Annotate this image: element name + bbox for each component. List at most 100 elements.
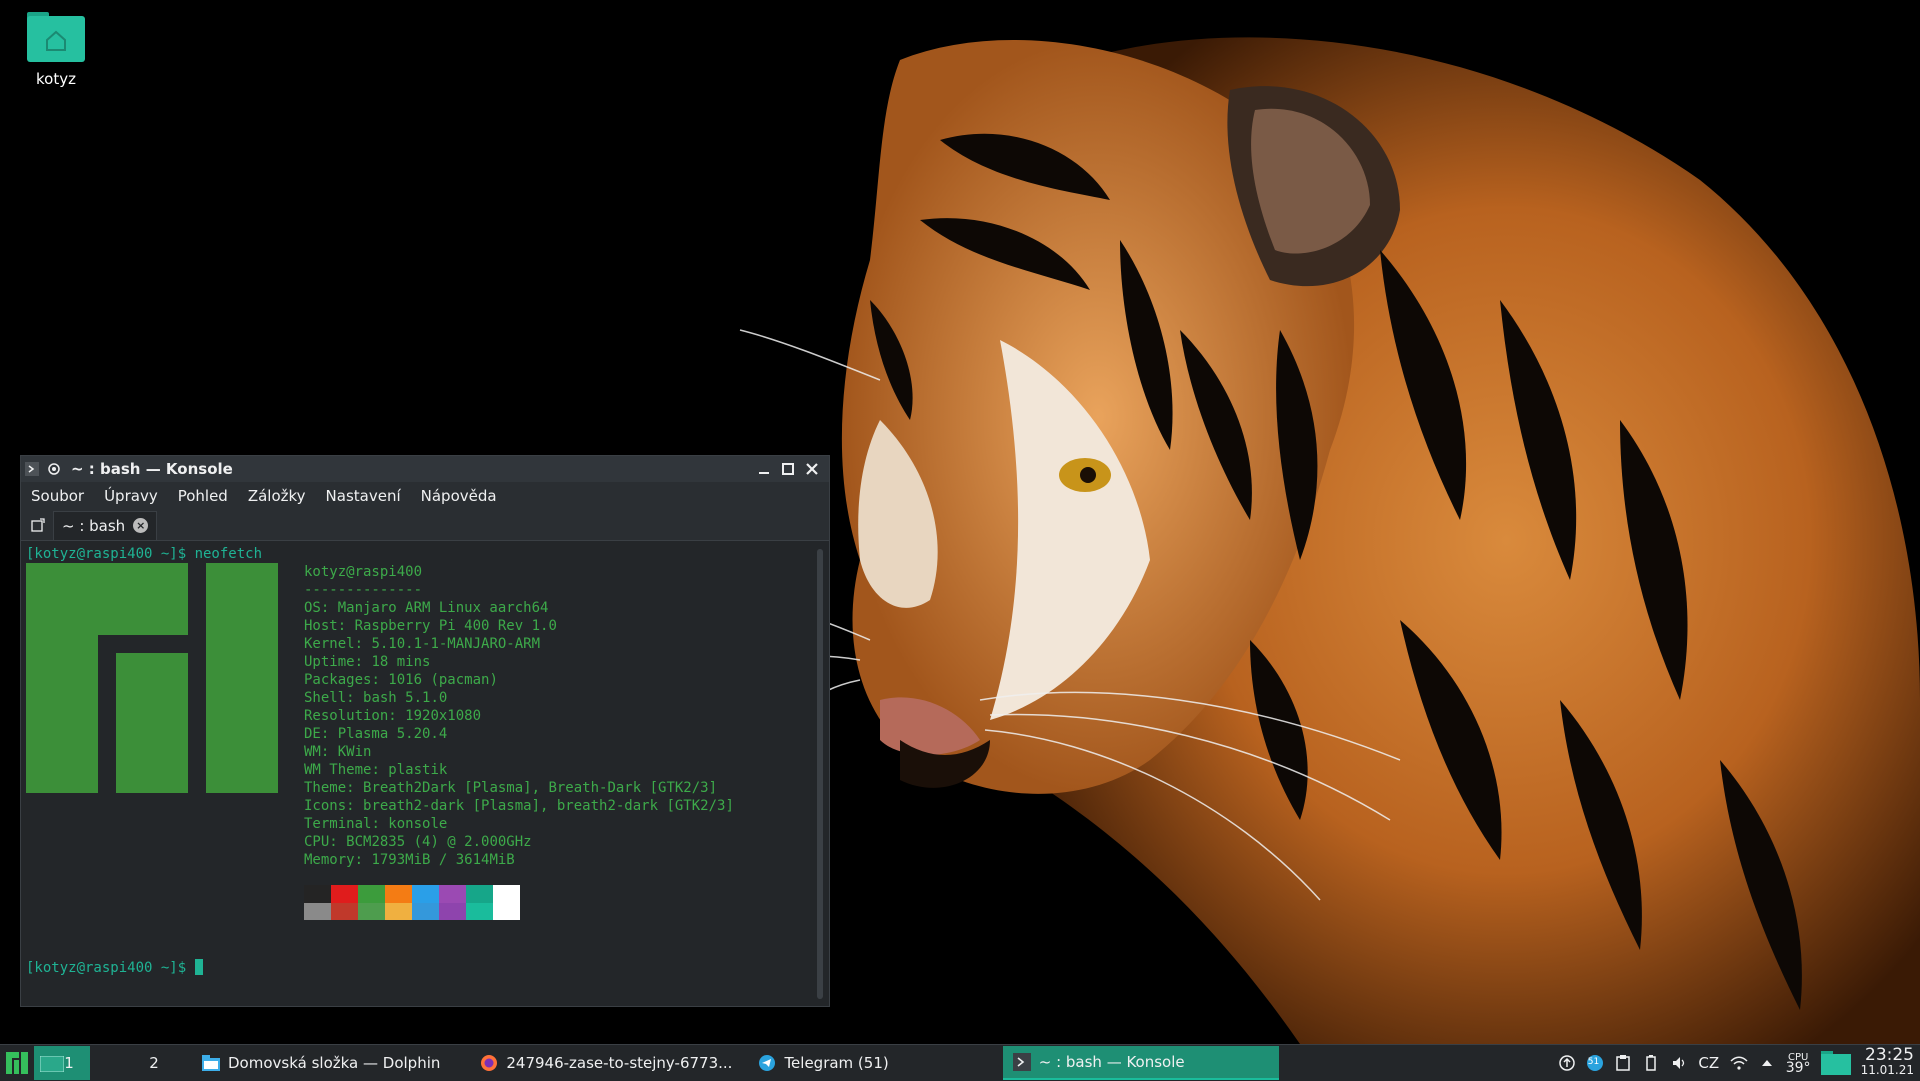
color-swatch-top [412, 885, 439, 903]
manjaro-launcher-icon [6, 1052, 28, 1074]
neofetch-key: CPU [304, 834, 330, 850]
color-swatch-bottom [439, 903, 466, 920]
color-swatch-top [358, 885, 385, 903]
update-icon[interactable] [1558, 1054, 1576, 1072]
clock-time: 23:25 [1865, 1045, 1914, 1065]
task-label-telegram: Telegram (51) [784, 1054, 889, 1072]
task-dolphin[interactable]: Domovská složka — Dolphin [192, 1046, 450, 1080]
desktop-thumbnail-icon [40, 1056, 64, 1072]
window-title: ~ : bash — Konsole [71, 460, 233, 478]
battery-icon[interactable] [1642, 1054, 1660, 1072]
neofetch-colon: : [320, 744, 338, 760]
digital-clock[interactable]: 23:25 11.01.21 [1861, 1045, 1914, 1078]
neofetch-key: Resolution [304, 708, 389, 724]
home-folder-icon [27, 12, 85, 62]
neofetch-key: OS [304, 600, 321, 616]
tab-bash[interactable]: ~ : bash × [53, 510, 158, 540]
neofetch-colon: : [354, 654, 372, 670]
neofetch-line: OS: Manjaro ARM Linux aarch64 [304, 599, 548, 617]
color-swatch-top [493, 885, 520, 903]
neofetch-key: Host [304, 618, 338, 634]
konsole-window[interactable]: ~ : bash — Konsole Soubor Úpravy Pohled … [20, 455, 830, 1007]
wifi-icon[interactable] [1730, 1054, 1748, 1072]
neofetch-value: breath2-dark [Plasma], breath2-dark [GTK… [363, 798, 734, 814]
app-launcher[interactable] [0, 1046, 34, 1080]
cpu-monitor[interactable]: CPU 39° [1786, 1052, 1811, 1075]
pin-icon[interactable] [43, 458, 65, 480]
command: neofetch [194, 546, 263, 562]
menu-soubor[interactable]: Soubor [31, 487, 84, 505]
neofetch-value: Breath2Dark [Plasma], Breath-Dark [GTK2/… [363, 780, 718, 796]
neofetch-colon: : [354, 852, 372, 868]
taskbar: 1 2 Domovská složka — Dolphin 247946-zas… [0, 1044, 1920, 1081]
neofetch-separator: -------------- [304, 582, 423, 598]
neofetch-key: Kernel [304, 636, 355, 652]
color-swatch-bottom [466, 903, 493, 920]
neofetch-line: Theme: Breath2Dark [Plasma], Breath-Dark… [304, 779, 717, 797]
konsole-tabbar: ~ : bash × [21, 510, 829, 541]
terminal-scrollbar[interactable] [817, 549, 823, 999]
neofetch-key: DE [304, 726, 321, 742]
maximize-icon[interactable] [777, 458, 799, 480]
menu-pohled[interactable]: Pohled [178, 487, 228, 505]
terminal-icon[interactable] [21, 458, 43, 480]
keyboard-layout[interactable]: CZ [1698, 1054, 1720, 1072]
telegram-tray-icon[interactable]: 51 [1586, 1054, 1604, 1072]
neofetch-colon: : [346, 690, 364, 706]
color-swatch-top [385, 885, 412, 903]
neofetch-line: Icons: breath2-dark [Plasma], breath2-da… [304, 797, 734, 815]
neofetch-line: DE: Plasma 5.20.4 [304, 725, 447, 743]
minimize-icon[interactable] [753, 458, 775, 480]
color-swatch-top [466, 885, 493, 903]
neofetch-line: Kernel: 5.10.1-1-MANJARO-ARM [304, 635, 540, 653]
menu-zalozky[interactable]: Záložky [248, 487, 306, 505]
neofetch-line: Packages: 1016 (pacman) [304, 671, 498, 689]
task-firefox[interactable]: 247946-zase-to-stejny-6773... [470, 1046, 742, 1080]
task-label-firefox: 247946-zase-to-stejny-6773... [506, 1054, 733, 1072]
neofetch-value: plastik [388, 762, 448, 778]
neofetch-value: bash 5.1.0 [363, 690, 448, 706]
folder-icon [202, 1055, 220, 1071]
close-icon[interactable] [801, 458, 823, 480]
desktop-home-folder[interactable]: kotyz [22, 10, 90, 88]
neofetch-colon: : [371, 762, 389, 778]
task-konsole[interactable]: ~ : bash — Konsole [1002, 1046, 1279, 1080]
color-swatch-top [304, 885, 331, 903]
menu-nastaveni[interactable]: Nastavení [326, 487, 401, 505]
neofetch-line: Memory: 1793MiB / 3614MiB [304, 851, 515, 869]
konsole-titlebar[interactable]: ~ : bash — Konsole [21, 456, 829, 482]
color-swatch-bottom [412, 903, 439, 920]
task-label-dolphin: Domovská složka — Dolphin [228, 1054, 441, 1072]
volume-icon[interactable] [1670, 1054, 1688, 1072]
clipboard-icon[interactable] [1614, 1054, 1632, 1072]
task-telegram[interactable]: Telegram (51) [748, 1046, 898, 1080]
show-desktop-icon[interactable] [1820, 1051, 1851, 1075]
neofetch-value: 5.10.1-1-MANJARO-ARM [371, 636, 541, 652]
home-folder-label: kotyz [36, 70, 76, 88]
pager-desktop-1[interactable]: 1 [34, 1046, 90, 1080]
scrollbar-thumb[interactable] [817, 549, 823, 999]
neofetch-value: Manjaro ARM Linux aarch64 [337, 600, 549, 616]
system-tray: 51 CZ CPU 39° 23:25 11.01.21 [1558, 1045, 1920, 1081]
pager-label-2: 2 [149, 1054, 159, 1072]
pager-label-1: 1 [64, 1054, 74, 1072]
menu-napoveda[interactable]: Nápověda [421, 487, 497, 505]
tray-expand-icon[interactable] [1758, 1054, 1776, 1072]
neofetch-colon: : [320, 726, 338, 742]
neofetch-line: Uptime: 18 mins [304, 653, 430, 671]
neofetch-value: BCM2835 (4) @ 2.000GHz [346, 834, 532, 850]
pager-desktop-2[interactable]: 2 [126, 1046, 182, 1080]
neofetch-colon: : [371, 672, 389, 688]
neofetch-value: Raspberry Pi 400 Rev 1.0 [354, 618, 557, 634]
terminal-output[interactable]: [kotyz@raspi400 ~]$ neofetch kotyz@raspi… [21, 541, 829, 1006]
menu-upravy[interactable]: Úpravy [104, 487, 158, 505]
terminal-icon [1012, 1053, 1031, 1071]
neofetch-colon: : [320, 600, 338, 616]
neofetch-key: Memory [304, 852, 355, 868]
new-tab-icon[interactable] [25, 513, 51, 537]
final-prompt: [kotyz@raspi400 ~]$ [26, 960, 195, 976]
neofetch-value: 1016 (pacman) [388, 672, 498, 688]
neofetch-key: Packages [304, 672, 372, 688]
tab-close-icon[interactable]: × [133, 518, 149, 533]
neofetch-value: Plasma 5.20.4 [337, 726, 448, 742]
